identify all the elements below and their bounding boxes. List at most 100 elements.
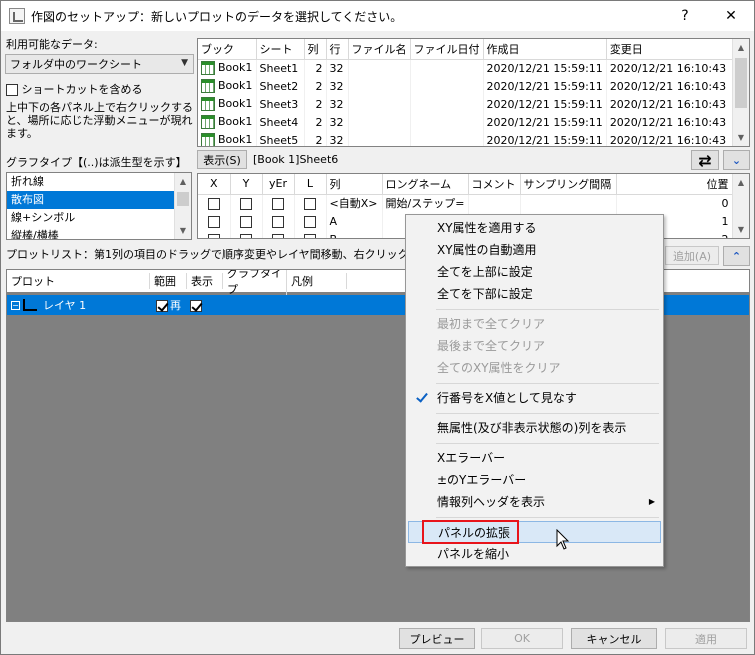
table-row[interactable]: Book1 Sheet5 2 32 2020/12/21 15:59:11 20… (198, 131, 747, 146)
graph-type-scrollbar[interactable]: ▲ ▼ (174, 173, 191, 239)
col-x[interactable]: X (198, 174, 231, 195)
scroll-down-icon[interactable]: ▼ (733, 129, 749, 146)
range-checkbox[interactable] (156, 299, 168, 312)
col-show[interactable]: 表示 (187, 273, 223, 289)
col-position[interactable]: 位置 (616, 174, 733, 195)
menu-auto-apply-xy[interactable]: XY属性の自動適用 (408, 239, 661, 261)
menu-set-all-bottom[interactable]: 全てを下部に設定 (408, 283, 661, 305)
menu-shrink-panel[interactable]: パネルを縮小 (408, 543, 661, 565)
col-plot[interactable]: プロット (7, 273, 150, 289)
scroll-up-icon[interactable]: ▲ (175, 173, 191, 190)
x-checkbox[interactable] (207, 197, 220, 210)
l-checkbox[interactable] (304, 215, 316, 228)
col-sheet[interactable]: シート (256, 39, 305, 60)
col-modified[interactable]: 変更日 (606, 39, 747, 60)
menu-apply-xy[interactable]: XY属性を適用する (408, 217, 661, 239)
menu-clear-to-last[interactable]: 最後まで全てクリア (408, 335, 661, 357)
menu-separator (436, 383, 659, 384)
graph-type-line[interactable]: 折れ線 (7, 173, 191, 191)
menu-pm-y-errorbar[interactable]: ±のYエラーバー (408, 469, 661, 491)
col-cols[interactable]: 列 (304, 39, 327, 60)
expand-panel-icon[interactable]: ⌃ (723, 246, 750, 266)
context-menu: XY属性を適用する XY属性の自動適用 全てを上部に設定 全てを下部に設定 最初… (405, 214, 664, 567)
scroll-down-icon[interactable]: ▼ (175, 222, 191, 239)
menu-row-number-as-x[interactable]: 行番号をX値として見なす (408, 387, 661, 409)
yerr-checkbox[interactable] (272, 215, 284, 228)
graph-type-list[interactable]: 折れ線 散布図 線+シンボル 縦棒/横棒 ▲ ▼ (6, 172, 192, 240)
y-checkbox[interactable] (240, 233, 252, 238)
table-row[interactable]: <自動X> 開始/ステップ= 0 (198, 194, 733, 212)
data-source-value: フォルダ中のワークシート (10, 58, 142, 71)
help-button[interactable]: ? (662, 1, 708, 31)
x-checkbox[interactable] (207, 233, 220, 238)
menu-expand-panel[interactable]: パネルの拡張 (408, 521, 661, 543)
menu-info-column-header[interactable]: 情報列ヘッダを表示 ▶ (408, 491, 661, 513)
cancel-button[interactable]: キャンセル (571, 628, 657, 649)
scroll-down-icon[interactable]: ▼ (733, 221, 749, 238)
check-icon (416, 391, 428, 403)
scroll-thumb[interactable] (735, 58, 747, 108)
col-comment[interactable]: コメント (468, 174, 521, 195)
swap-icon[interactable]: ⇄ (691, 150, 719, 170)
graph-type-scatter[interactable]: 散布図 (7, 191, 191, 209)
scroll-thumb[interactable] (177, 192, 189, 206)
scroll-up-icon[interactable]: ▲ (733, 39, 749, 56)
menu-clear-to-first[interactable]: 最初まで全てクリア (408, 313, 661, 335)
col-y[interactable]: Y (230, 174, 263, 195)
plotlist-label: プロットリスト：第1列の項目のドラッグで順序変更やレイヤ間移動、右クリックで (6, 248, 420, 261)
col-yerr[interactable]: yEr (262, 174, 295, 195)
include-shortcuts-checkbox[interactable] (6, 84, 18, 96)
x-checkbox[interactable] (207, 215, 220, 228)
table-row[interactable]: Book1 Sheet1 2 32 2020/12/21 15:59:11 20… (198, 59, 747, 77)
apply-button[interactable]: 適用 (665, 628, 747, 649)
yerr-checkbox[interactable] (272, 197, 284, 210)
col-column[interactable]: 列 (326, 174, 383, 195)
preview-button[interactable]: プレビュー (399, 628, 475, 649)
l-checkbox[interactable] (304, 233, 316, 238)
menu-clear-all-xy[interactable]: 全てのXY属性をクリア (408, 357, 661, 379)
tree-collapse-icon[interactable]: − (11, 300, 20, 310)
collapse-panel-icon[interactable]: ⌄ (723, 150, 750, 170)
col-rows[interactable]: 行 (326, 39, 349, 60)
y-checkbox[interactable] (240, 197, 252, 210)
table-row[interactable]: Book1 Sheet2 2 32 2020/12/21 15:59:11 20… (198, 77, 747, 95)
col-filedate[interactable]: ファイル日付 (410, 39, 484, 60)
table-row[interactable]: Book1 Sheet4 2 32 2020/12/21 15:59:11 20… (198, 113, 747, 131)
add-button[interactable]: 追加(A) (665, 246, 719, 265)
scroll-up-icon[interactable]: ▲ (733, 174, 749, 191)
include-shortcuts-row[interactable]: ショートカットを含める (6, 81, 143, 97)
yerr-checkbox[interactable] (272, 233, 284, 238)
show-checkbox[interactable] (190, 299, 202, 312)
menu-show-unattributed[interactable]: 無属性(及び非表示状態の)列を表示 (408, 417, 661, 439)
workbook-icon (201, 61, 215, 76)
window-title: 作図のセットアップ：新しいプロットのデータを選択してください。 (31, 9, 403, 24)
plot-setup-dialog: 作図のセットアップ：新しいプロットのデータを選択してください。 ? ✕ 利用可能… (0, 0, 755, 655)
show-button[interactable]: 表示(S) (197, 150, 247, 169)
col-created[interactable]: 作成日 (483, 39, 607, 60)
plot-setup-icon (9, 8, 25, 24)
ok-button[interactable]: OK (481, 628, 563, 649)
col-filename[interactable]: ファイル名 (348, 39, 411, 60)
y-checkbox[interactable] (240, 215, 252, 228)
col-l[interactable]: L (294, 174, 327, 195)
menu-separator (436, 443, 659, 444)
workbook-icon (201, 133, 215, 146)
col-book[interactable]: ブック (198, 39, 257, 60)
title-bar: 作図のセットアップ：新しいプロットのデータを選択してください。 ? ✕ (1, 1, 754, 31)
col-legend[interactable]: 凡例 (287, 273, 347, 289)
graph-type-line-symbol[interactable]: 線+シンボル (7, 209, 191, 227)
table-row[interactable]: Book1 Sheet3 2 32 2020/12/21 15:59:11 20… (198, 95, 747, 113)
menu-x-errorbar[interactable]: Xエラーバー (408, 447, 661, 469)
menu-set-all-top[interactable]: 全てを上部に設定 (408, 261, 661, 283)
col-sampling[interactable]: サンプリング間隔 (520, 174, 617, 195)
data-source-select[interactable]: フォルダ中のワークシート ▼ (5, 54, 194, 74)
col-graph-type[interactable]: グラフタイプ (223, 270, 287, 297)
close-button[interactable]: ✕ (708, 1, 754, 31)
col-range[interactable]: 範囲 (150, 273, 187, 289)
col-longname[interactable]: ロングネーム (382, 174, 469, 195)
column-table-scrollbar[interactable]: ▲ ▼ (732, 174, 749, 238)
book-table-scrollbar[interactable]: ▲ ▼ (732, 39, 749, 146)
menu-separator (436, 309, 659, 310)
l-checkbox[interactable] (304, 197, 316, 210)
graph-type-bar[interactable]: 縦棒/横棒 (7, 227, 191, 239)
